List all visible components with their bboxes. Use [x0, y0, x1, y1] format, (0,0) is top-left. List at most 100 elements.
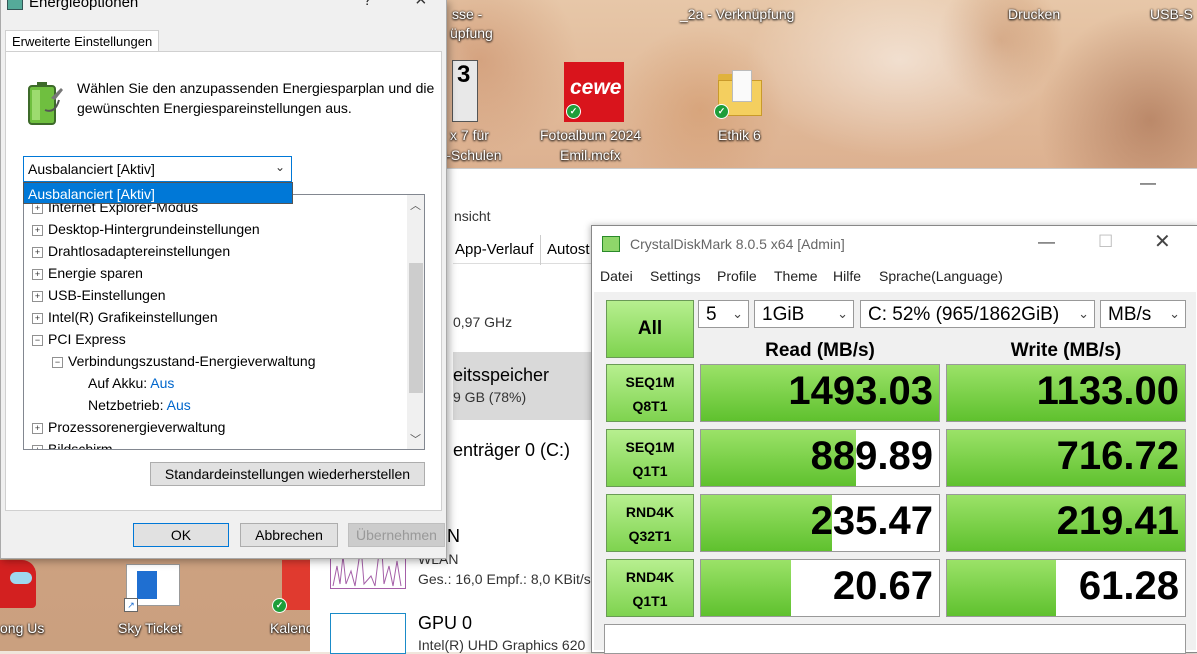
desktop-icon-label[interactable]: Kalenc	[270, 620, 313, 636]
tree-item[interactable]: Energie sparen	[48, 265, 143, 281]
all-button[interactable]: All	[606, 300, 694, 358]
tree-setting-battery[interactable]: Auf Akku: Aus	[88, 375, 174, 391]
chevron-down-icon: ⌄	[837, 306, 848, 321]
desktop-icon-label[interactable]: USB-S	[1150, 6, 1193, 22]
cancel-button[interactable]: Abbrechen	[240, 523, 338, 547]
runs-value: 5	[706, 304, 717, 325]
expand-icon[interactable]: +	[32, 247, 43, 258]
tab-app-history[interactable]: App-Verlauf	[455, 241, 533, 258]
collapse-icon[interactable]: −	[32, 335, 43, 346]
menu-settings[interactable]: Settings	[650, 268, 701, 284]
write-value: 716.72	[1056, 434, 1179, 478]
menu-theme[interactable]: Theme	[774, 268, 818, 284]
sync-check-icon: ✓	[272, 598, 287, 613]
tree-item[interactable]: Intel(R) Grafikeinstellungen	[48, 309, 218, 325]
scroll-thumb[interactable]	[409, 263, 423, 393]
read-result-cell: 889.89	[700, 429, 940, 487]
settings-tree[interactable]: Internet Explorer-Modus + + Desktop-Hint…	[23, 194, 425, 450]
tree-item[interactable]: PCI Express	[48, 331, 126, 347]
write-result-cell: 219.41	[946, 494, 1186, 552]
desktop-icon-label[interactable]: ong Us	[0, 620, 44, 636]
cewe-logo-text: cewe	[570, 76, 622, 99]
tab-view[interactable]: nsicht	[454, 208, 491, 224]
close-button[interactable]: ×	[415, 0, 427, 12]
close-icon[interactable]: ✕	[1154, 229, 1171, 254]
app-icon-glyph: 3	[457, 61, 471, 88]
unit-select[interactable]: MB/s ⌄	[1100, 300, 1186, 328]
memory-selected-row[interactable]	[453, 352, 593, 420]
gpu-title[interactable]: GPU 0	[418, 613, 472, 634]
tree-item[interactable]: Prozessorenergieverwaltung	[48, 419, 225, 435]
tree-item-partial[interactable]: Bildschirm	[48, 441, 113, 449]
expand-icon[interactable]: +	[32, 291, 43, 302]
power-plan-value: Ausbalanciert [Aktiv]	[28, 161, 155, 177]
collapse-icon[interactable]: −	[52, 357, 63, 368]
menu-help[interactable]: Hilfe	[833, 268, 861, 284]
runs-select[interactable]: 5 ⌄	[698, 300, 749, 328]
help-button[interactable]: ?	[363, 0, 372, 10]
expand-icon[interactable]: +	[32, 203, 43, 214]
ok-button[interactable]: OK	[133, 523, 229, 547]
description-text: Wählen Sie den anzupassenden Energiespar…	[77, 80, 435, 116]
tab-advanced-settings[interactable]: Erweiterte Einstellungen	[5, 30, 160, 51]
desktop-icon-label[interactable]: Drucken	[1008, 6, 1060, 22]
sync-check-icon: ✓	[714, 104, 729, 119]
test-button[interactable]: SEQ1M Q8T1	[606, 364, 694, 422]
desktop-icon-label: üpfung	[450, 25, 493, 41]
desktop-icon-label: Ethik 6	[718, 127, 761, 143]
test-params: Q32T1	[628, 528, 672, 544]
tree-item[interactable]: USB-Einstellungen	[48, 287, 166, 303]
disk-title[interactable]: enträger 0 (C:)	[453, 440, 570, 461]
unit-value: MB/s	[1108, 304, 1152, 325]
window-title: CrystalDiskMark 8.0.5 x64 [Admin]	[630, 236, 845, 252]
scroll-down-icon[interactable]: ﹀	[410, 431, 421, 447]
energy-options-dialog: Energieoptionen ? × Erweiterte Einstellu…	[0, 0, 447, 559]
chevron-down-icon: ⌄	[274, 160, 285, 174]
test-button[interactable]: SEQ1M Q1T1	[606, 429, 694, 487]
tree-item[interactable]: Desktop-Hintergrundeinstellungen	[48, 221, 260, 237]
expand-icon[interactable]: +	[32, 269, 43, 280]
minimize-icon[interactable]: —	[1038, 232, 1055, 252]
power-options-icon	[7, 0, 23, 10]
gpu-graph[interactable]	[330, 613, 406, 654]
scroll-up-icon[interactable]: ︿	[410, 197, 421, 213]
test-button[interactable]: RND4K Q32T1	[606, 494, 694, 552]
cpu-speed-text: 0,97 GHz	[453, 314, 513, 330]
apply-button: Übernehmen	[348, 523, 445, 547]
tab-autostart[interactable]: Autost	[547, 241, 590, 258]
expand-icon[interactable]: +	[32, 423, 43, 434]
menu-file[interactable]: Datei	[600, 268, 633, 284]
test-button[interactable]: RND4K Q1T1	[606, 559, 694, 617]
test-params: Q8T1	[632, 398, 668, 414]
power-plan-select[interactable]: Ausbalanciert [Aktiv] ⌄	[23, 156, 292, 182]
size-select[interactable]: 1GiB ⌄	[754, 300, 854, 328]
battery-value[interactable]: Aus	[150, 375, 174, 391]
chevron-down-icon: ⌄	[732, 306, 743, 321]
menu-profile[interactable]: Profile	[717, 268, 757, 284]
plugged-label: Netzbetrieb:	[88, 397, 164, 413]
expand-icon[interactable]: +	[32, 225, 43, 236]
among-us-icon[interactable]	[0, 560, 36, 608]
tree-setting-plugged[interactable]: Netzbetrieb: Aus	[88, 397, 191, 413]
test-name: RND4K	[625, 504, 675, 520]
plugged-value[interactable]: Aus	[167, 397, 191, 413]
restore-defaults-button[interactable]: Standardeinstellungen wiederherstellen	[150, 462, 425, 486]
tree-item[interactable]: Drahtlosadaptereinstellungen	[48, 243, 230, 259]
tree-scrollbar[interactable]: ︿ ﹀	[407, 195, 424, 449]
expand-icon[interactable]: +	[32, 445, 43, 449]
desktop-icon-label: Emil.mcfx	[560, 147, 621, 163]
app-icon[interactable]: 3	[452, 60, 478, 122]
desktop-icon-label[interactable]: _2a - Verknüpfung	[680, 6, 794, 22]
minimize-icon[interactable]: —	[1140, 175, 1156, 193]
read-bar	[701, 560, 792, 616]
size-value: 1GiB	[762, 304, 805, 325]
power-plan-option-selected[interactable]: Ausbalanciert [Aktiv]	[23, 182, 293, 204]
expand-icon[interactable]: +	[32, 313, 43, 324]
maximize-icon: ☐	[1098, 232, 1114, 251]
write-result-cell: 716.72	[946, 429, 1186, 487]
comment-field[interactable]	[604, 624, 1186, 654]
tree-subitem[interactable]: Verbindungszustand-Energieverwaltung	[68, 353, 316, 369]
menu-language[interactable]: Sprache(Language)	[879, 268, 1003, 284]
desktop-icon-label[interactable]: Sky Ticket	[118, 620, 182, 636]
drive-select[interactable]: C: 52% (965/1862GiB) ⌄	[860, 300, 1095, 328]
